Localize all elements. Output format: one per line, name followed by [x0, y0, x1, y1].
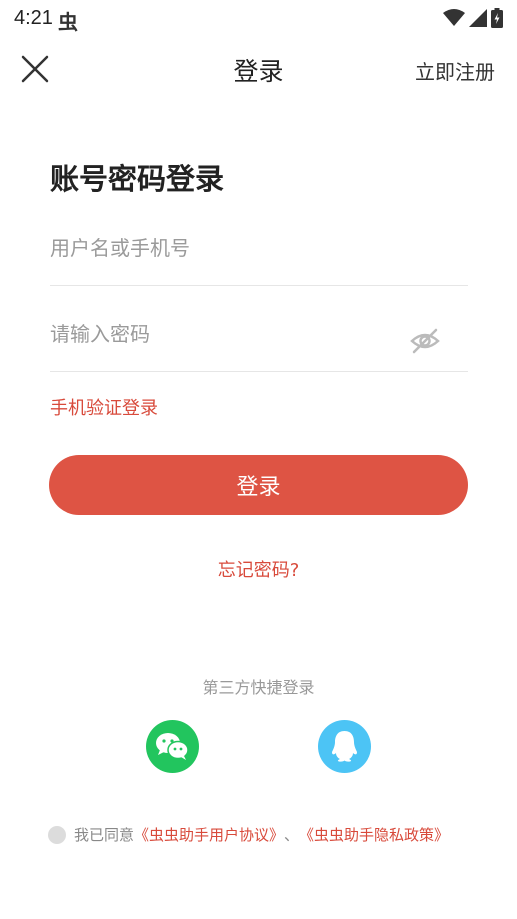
user-agreement-link[interactable]: 《虫虫助手用户协议》 [134, 824, 284, 845]
agreement-prefix: 我已同意 [74, 826, 135, 844]
register-link[interactable]: 立即注册 [415, 56, 495, 85]
status-icons [443, 8, 503, 28]
third-party-login-label: 第三方快捷登录 [202, 678, 315, 697]
status-time: 4:21 [14, 7, 53, 29]
password-input[interactable] [50, 322, 390, 346]
status-bar: 4:21 虫 [0, 0, 517, 36]
wifi-icon [443, 9, 465, 26]
password-field [50, 322, 468, 372]
battery-icon [491, 8, 503, 28]
agreement-row: 我已同意 《虫虫助手用户协议》 、 《虫虫助手隐私政策》 [48, 824, 449, 845]
qq-login-button[interactable] [318, 720, 371, 773]
username-input[interactable] [50, 236, 390, 260]
login-heading: 账号密码登录 [50, 162, 225, 196]
forgot-password-link[interactable]: 忘记密码? [0, 556, 517, 582]
privacy-policy-link[interactable]: 《虫虫助手隐私政策》 [299, 824, 449, 845]
wechat-login-button[interactable] [146, 720, 199, 773]
eye-off-icon[interactable] [410, 328, 440, 354]
sms-login-link[interactable]: 手机验证登录 [50, 394, 158, 420]
agreement-checkbox[interactable] [48, 825, 66, 844]
app-notification-icon: 虫 [58, 10, 78, 34]
agreement-separator: 、 [284, 826, 300, 844]
login-button[interactable]: 登录 [49, 455, 468, 515]
top-bar: 登录 立即注册 [0, 36, 517, 102]
signal-icon [469, 9, 487, 27]
username-field [50, 236, 468, 286]
wechat-icon [156, 733, 189, 760]
qq-icon [332, 731, 357, 762]
